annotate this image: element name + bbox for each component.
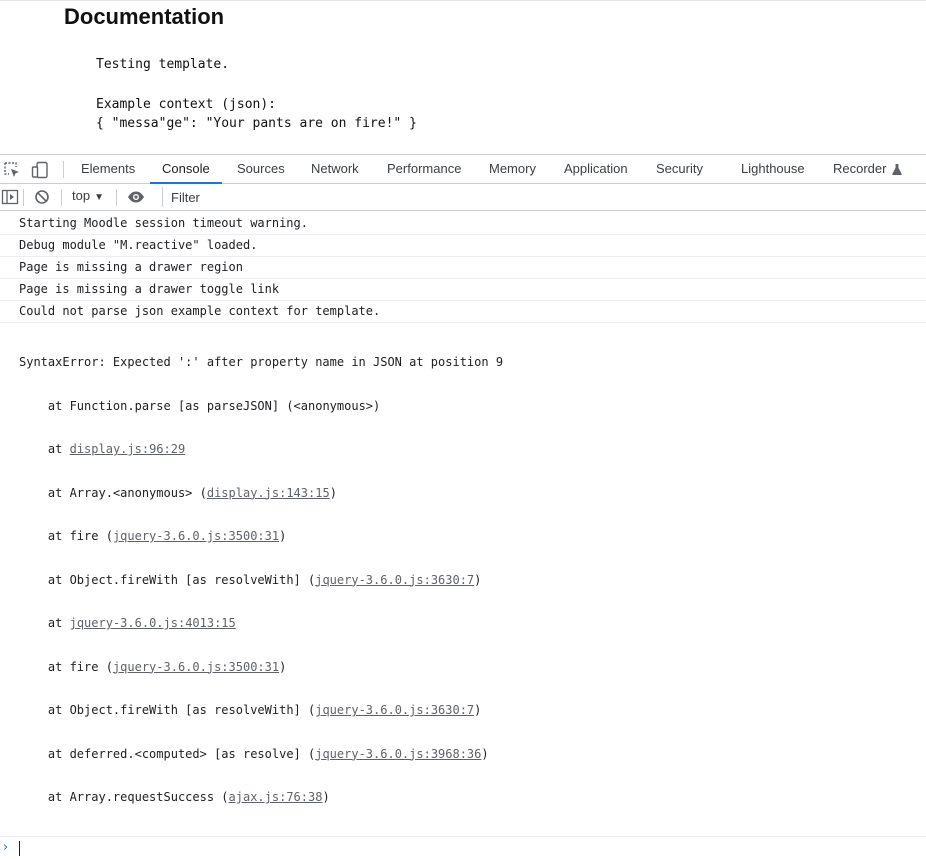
stack-frame: at Array.<anonymous> (display.js:143:15): [19, 486, 926, 501]
console-error: SyntaxError: Expected ':' after property…: [0, 323, 926, 837]
tab-elements[interactable]: Elements: [81, 155, 135, 183]
tab-application[interactable]: Application: [564, 155, 628, 183]
devtools-tab-bar: Elements Console Sources Network Perform…: [0, 155, 926, 184]
source-link[interactable]: jquery-3.6.0.js:3500:31: [113, 529, 279, 543]
toolbar-divider: [63, 161, 64, 178]
stack-frame-text: at Object.fireWith [as resolveWith] (: [47, 703, 316, 717]
page-title: Documentation: [64, 4, 225, 29]
source-link[interactable]: ajax.js:76:38: [229, 790, 323, 804]
tab-recorder[interactable]: Recorder: [833, 155, 903, 183]
stack-frame: at Function.parse [as parseJSON] (<anony…: [19, 399, 926, 414]
example-context-json: { "messa"ge": "Your pants are on fire!" …: [96, 116, 417, 131]
prompt-chevron-icon: ›: [3, 839, 9, 855]
context-selector[interactable]: top ▼: [72, 188, 104, 203]
text-cursor: [19, 840, 20, 856]
tab-lighthouse[interactable]: Lighthouse: [741, 155, 805, 183]
stack-frame-text: at Object.fireWith [as resolveWith] (: [47, 572, 316, 587]
inspect-element-icon[interactable]: [2, 160, 22, 180]
device-toggle-icon[interactable]: [30, 160, 50, 180]
stack-frame: at Object.fireWith [as resolveWith] (jqu…: [19, 573, 926, 588]
stack-frame-text: at fire (: [47, 659, 113, 674]
stack-frame-text: at deferred.<computed> [as resolve] (: [47, 746, 316, 761]
stack-frame-text: at: [47, 442, 70, 456]
source-link[interactable]: display.js:143:15: [207, 486, 330, 500]
documentation-page: Documentation Testing template. Example …: [0, 0, 926, 154]
clear-console-icon[interactable]: [32, 187, 52, 207]
source-link[interactable]: display.js:96:29: [70, 442, 186, 456]
tab-console[interactable]: Console: [150, 155, 222, 184]
tab-security[interactable]: Security: [656, 155, 703, 183]
console-message: Page is missing a drawer toggle link: [0, 279, 926, 301]
console-message: Debug module "M.reactive" loaded.: [0, 235, 926, 257]
console-message: Could not parse json example context for…: [0, 301, 926, 323]
stack-frame-text: ): [279, 659, 287, 674]
devtools-panel: Elements Console Sources Network Perform…: [0, 154, 926, 856]
experiment-flask-icon: [892, 164, 903, 176]
source-link[interactable]: jquery-3.6.0.js:3630:7: [315, 703, 474, 717]
stack-frame-text: ): [474, 572, 482, 587]
live-expression-eye-icon[interactable]: [126, 187, 146, 207]
stack-frame-text: ): [481, 746, 489, 761]
tab-memory[interactable]: Memory: [489, 155, 536, 183]
console-message: Page is missing a drawer region: [0, 257, 926, 279]
tab-network[interactable]: Network: [311, 155, 359, 183]
example-context-label: Example context (json):: [96, 97, 277, 112]
stack-frame-text: ): [279, 529, 287, 543]
source-link[interactable]: jquery-3.6.0.js:3630:7: [315, 573, 474, 587]
sidebar-toggle-icon[interactable]: [0, 187, 20, 207]
stack-frame-text: at Array.<anonymous> (: [47, 485, 207, 500]
source-link[interactable]: jquery-3.6.0.js:3968:36: [315, 747, 481, 761]
stack-frame-text: at: [47, 616, 70, 630]
stack-frame: at display.js:96:29: [19, 442, 926, 457]
stack-frame: at deferred.<computed> [as resolve] (jqu…: [19, 747, 926, 762]
context-label: top: [72, 188, 91, 203]
stack-frame: at fire (jquery-3.6.0.js:3500:31): [19, 529, 926, 544]
stack-frame: at fire (jquery-3.6.0.js:3500:31): [19, 660, 926, 675]
template-description: Testing template.: [96, 57, 230, 72]
stack-frame-text: ): [329, 485, 337, 500]
stack-frame-text: at Array.requestSuccess (: [47, 790, 229, 804]
source-link[interactable]: jquery-3.6.0.js:3500:31: [113, 660, 279, 674]
stack-frame-text: at fire (: [47, 529, 113, 543]
dropdown-caret-icon: ▼: [94, 192, 104, 203]
filter-divider-1: [23, 189, 24, 206]
console-toolbar: top ▼: [0, 184, 926, 211]
console-messages: Starting Moodle session timeout warning.…: [0, 213, 926, 859]
console-message: Starting Moodle session timeout warning.: [0, 213, 926, 235]
tab-sources[interactable]: Sources: [237, 155, 285, 183]
filter-divider-3: [116, 189, 117, 206]
tab-recorder-label: Recorder: [833, 161, 887, 176]
stack-frame-text: ): [474, 703, 482, 717]
stack-frame-text: ): [322, 790, 330, 804]
error-message: SyntaxError: Expected ':' after property…: [19, 355, 504, 369]
filter-divider-2: [61, 189, 62, 206]
console-filter-input[interactable]: [162, 187, 926, 207]
console-prompt[interactable]: ›: [0, 837, 926, 859]
stack-frame: at Object.fireWith [as resolveWith] (jqu…: [19, 703, 926, 718]
stack-frame: at Array.requestSuccess (ajax.js:76:38): [19, 790, 926, 805]
source-link[interactable]: jquery-3.6.0.js:4013:15: [70, 616, 236, 630]
stack-frame-text: at Function.parse [as parseJSON] (<anony…: [47, 398, 381, 413]
stack-frame: at jquery-3.6.0.js:4013:15: [19, 616, 926, 631]
tab-performance[interactable]: Performance: [387, 155, 461, 183]
